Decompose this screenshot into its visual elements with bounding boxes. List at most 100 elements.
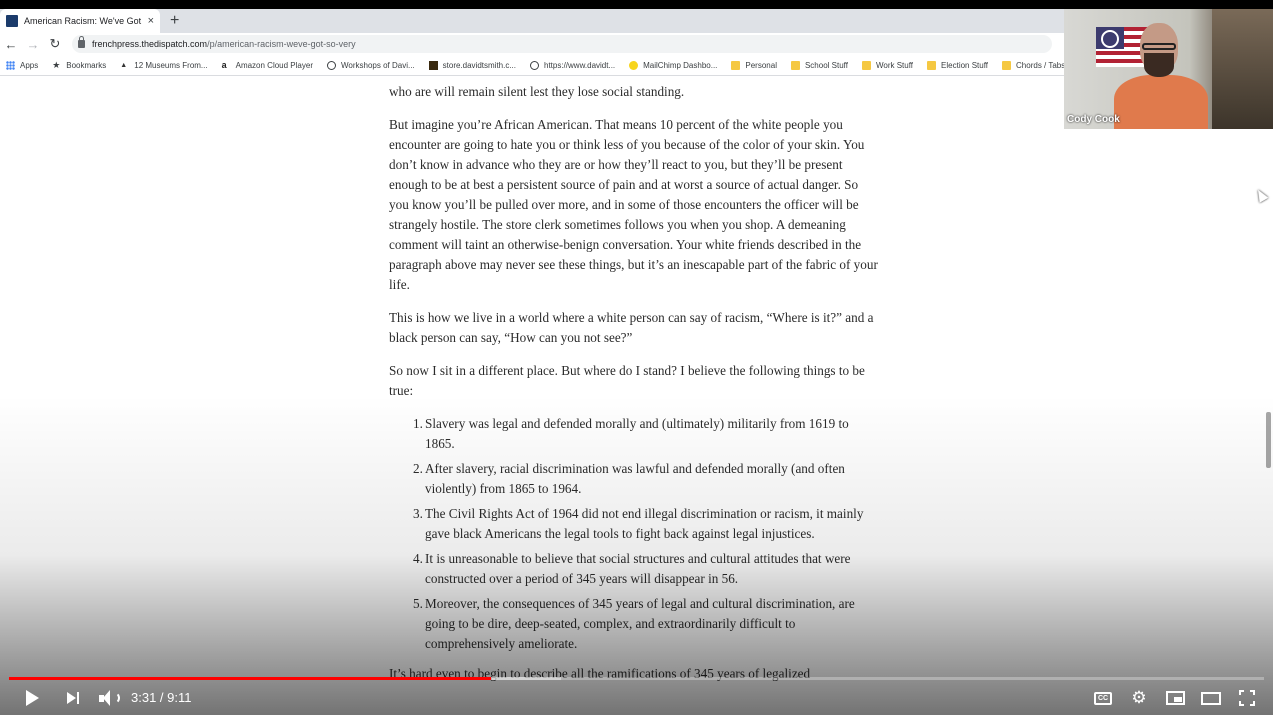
skip-next-icon [67, 692, 79, 704]
bookmark-item[interactable]: Chords / Tabs [1002, 60, 1066, 70]
article-paragraph: who are will remain silent lest they los… [389, 84, 685, 99]
bookmark-label: Bookmarks [66, 60, 107, 70]
url-host: frenchpress.thedispatch.com [92, 39, 208, 49]
bookmark-item[interactable]: School Stuff [790, 60, 848, 70]
tab-title: American Racism: We've Got So [24, 16, 144, 26]
gear-icon: ⚙ [1131, 688, 1147, 707]
webcam-bookshelf [1212, 9, 1273, 129]
presenter-name: Cody Cook [1067, 114, 1120, 125]
list-number: 5. [413, 596, 423, 611]
folder-icon [790, 60, 800, 70]
video-time: 3:31 / 9:11 [131, 690, 192, 705]
list-text: The Civil Rights Act of 1964 did not end… [425, 506, 864, 541]
article-paragraph: But imagine you’re African American. Tha… [389, 117, 878, 292]
presenter-shirt [1114, 75, 1208, 129]
bookmark-label: MailChimp Dashbo... [643, 60, 718, 70]
list-number: 3. [413, 506, 423, 521]
bookmark-label: Workshops of Davi... [340, 60, 415, 70]
bookmark-item[interactable]: Workshops of Davi... [326, 60, 415, 70]
article-body: who are will remain silent lest they los… [389, 76, 879, 697]
bookmark-label: Apps [20, 60, 39, 70]
play-icon [25, 690, 39, 706]
web-page: who are will remain silent lest they los… [0, 76, 1273, 715]
bookmark-label: Chords / Tabs [1016, 60, 1066, 70]
bookmark-item[interactable]: store.davidtsmith.c... [428, 60, 516, 70]
bookmark-item[interactable]: Work Stuff [861, 60, 914, 70]
browser-tab-active[interactable]: American Racism: We've Got So × [0, 9, 160, 33]
video-progress-bar[interactable] [9, 677, 1264, 680]
bookmark-label: School Stuff [804, 60, 848, 70]
folder-icon [927, 60, 937, 70]
miniplayer-icon [1165, 691, 1185, 705]
new-tab-button[interactable]: + [170, 12, 179, 30]
list-item: 2. After slavery, racial discrimination w… [413, 459, 879, 499]
fullscreen-button[interactable] [1236, 687, 1258, 709]
settings-button[interactable]: ⚙ [1128, 687, 1150, 709]
list-text: It is unreasonable to believe that socia… [425, 551, 851, 586]
list-number: 4. [413, 551, 423, 566]
bookmark-label: Amazon Cloud Player [235, 60, 313, 70]
article-paragraph: It’s hard even to begin to describe all … [389, 666, 811, 681]
peace-sign-icon [1101, 30, 1119, 48]
video-controls: 3:31 / 9:11 CC ⚙ [0, 682, 1273, 715]
presenter-beard [1144, 53, 1174, 77]
miniplayer-button[interactable] [1164, 687, 1186, 709]
volume-icon [98, 690, 120, 706]
progress-played [9, 677, 491, 680]
folder-icon [1002, 60, 1012, 70]
mailchimp-icon [629, 60, 639, 70]
bookmark-item[interactable]: ▲ 12 Museums From... [120, 61, 207, 70]
list-item: 1. Slavery was legal and defended morally… [413, 414, 879, 454]
forward-arrow-icon[interactable]: → [22, 37, 44, 52]
article-paragraph: So now I sit in a different place. But w… [389, 363, 865, 398]
bookmark-label: store.davidtsmith.c... [442, 60, 516, 70]
bookmark-label: https://www.davidt... [544, 60, 616, 70]
mouse-cursor-icon [1253, 187, 1269, 203]
star-icon: ★ [52, 59, 61, 70]
fullscreen-icon [1239, 690, 1255, 706]
lock-icon[interactable] [78, 36, 85, 48]
next-button[interactable] [62, 687, 84, 709]
bookmark-item[interactable]: a Amazon Cloud Player [221, 59, 313, 70]
folder-icon [861, 60, 871, 70]
bookmark-item[interactable]: MailChimp Dashbo... [629, 60, 718, 70]
webcam-overlay: Cody Cook [1064, 9, 1273, 129]
tab-close-icon[interactable]: × [148, 15, 154, 27]
apps-icon [6, 60, 15, 70]
museum-icon: ▲ [120, 61, 128, 69]
theater-mode-icon [1201, 691, 1221, 705]
volume-button[interactable] [96, 687, 122, 709]
bookmark-item[interactable]: Personal [731, 60, 777, 70]
amazon-icon: a [221, 59, 227, 70]
list-number: 2. [413, 461, 423, 476]
bookmark-item[interactable]: Apps [6, 60, 39, 70]
list-item: 5. Moreover, the consequences of 345 year… [413, 594, 879, 654]
closed-captions-icon: CC [1094, 691, 1112, 705]
bookmark-item[interactable]: ★ Bookmarks [52, 59, 107, 70]
list-item: 3. The Civil Rights Act of 1964 did not e… [413, 504, 879, 544]
article-paragraph: This is how we live in a world where a w… [389, 310, 874, 345]
screen-top-edge [0, 0, 1273, 9]
store-icon [428, 60, 438, 70]
presenter-glasses [1142, 43, 1176, 50]
theater-mode-button[interactable] [1200, 687, 1222, 709]
globe-icon [326, 60, 336, 70]
address-bar[interactable]: frenchpress.thedispatch.com/p/american-r… [72, 35, 1052, 53]
reload-icon[interactable]: ↻ [44, 36, 66, 52]
url-path: /p/american-racism-weve-got-so-very [207, 39, 356, 49]
bookmark-item[interactable]: https://www.davidt... [530, 60, 616, 70]
back-arrow-icon[interactable]: ← [0, 37, 22, 52]
globe-icon [530, 60, 539, 70]
captions-button[interactable]: CC [1092, 687, 1114, 709]
page-scrollbar-thumb[interactable] [1266, 412, 1271, 468]
play-button[interactable] [20, 687, 44, 709]
bookmark-label: 12 Museums From... [134, 60, 208, 70]
bookmark-label: Personal [745, 60, 777, 70]
folder-icon [731, 60, 741, 70]
list-text: After slavery, racial discrimination was… [425, 461, 845, 496]
list-text: Moreover, the consequences of 345 years … [425, 596, 855, 651]
bookmark-label: Work Stuff [875, 60, 914, 70]
bookmark-item[interactable]: Election Stuff [927, 60, 988, 70]
list-text: Slavery was legal and defended morally a… [425, 416, 849, 451]
list-item: 4. It is unreasonable to believe that soc… [413, 549, 879, 589]
